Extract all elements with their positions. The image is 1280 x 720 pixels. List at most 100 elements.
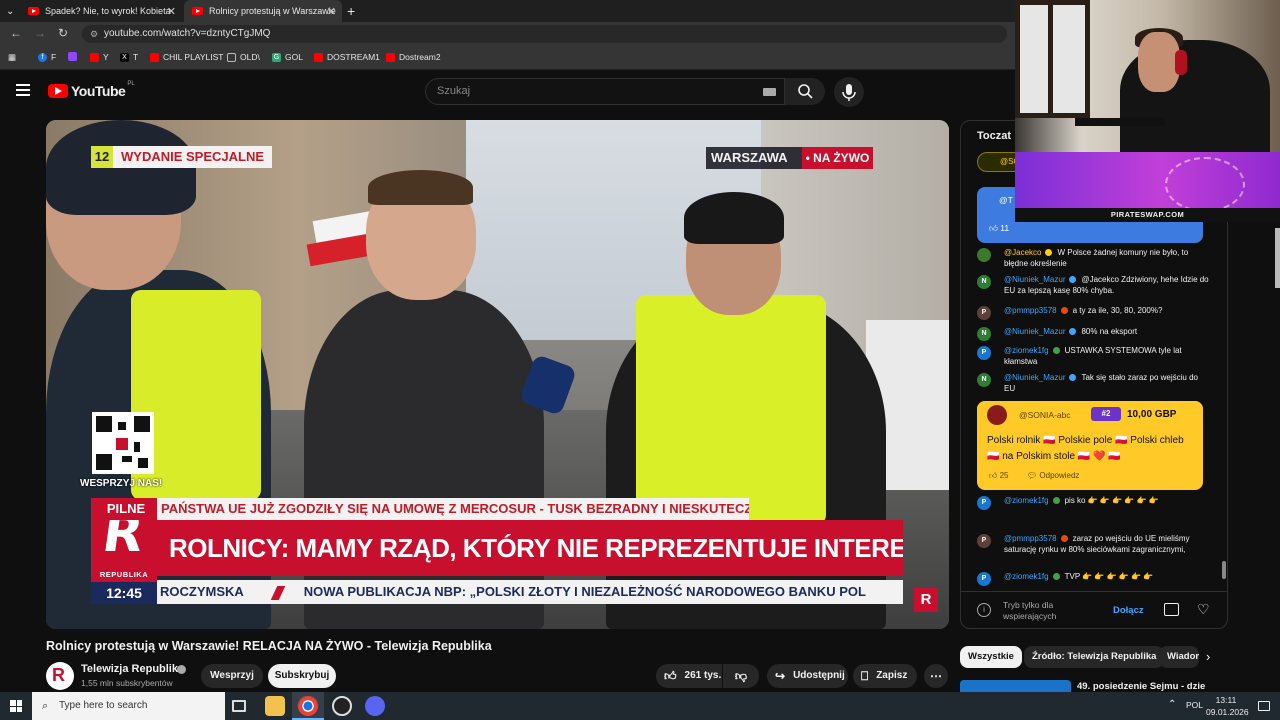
folder-icon xyxy=(227,52,236,62)
info-icon[interactable]: i xyxy=(977,603,991,617)
chat-message[interactable]: N @Niuniek_Mazur 80% na eksport xyxy=(977,326,1209,341)
recommended-video-thumbnail[interactable] xyxy=(960,680,1071,692)
chat-avatar: P xyxy=(977,572,991,586)
youtube-icon xyxy=(314,52,323,62)
super-chat-reply-button[interactable]: 💬︎ Odpowiedz xyxy=(1027,471,1079,480)
chat-message[interactable]: P @ziomek1fg USTAWKA SYSTEMOWA tyle lat k… xyxy=(977,345,1209,367)
chevron-right-icon[interactable]: › xyxy=(1206,649,1210,664)
forward-arrow-icon[interactable]: → xyxy=(34,26,46,40)
chat-message[interactable]: P @ziomek1fg pis ko 👉 👉 👉 👉 👉 👉 xyxy=(977,495,1209,510)
url-field[interactable]: ⚙ youtube.com/watch?v=dzntyCTgJMQ xyxy=(82,25,1007,43)
discord-icon[interactable] xyxy=(365,696,385,716)
bookmark-t[interactable]: XT xyxy=(120,52,138,62)
bookmark-dostream1[interactable]: DOSTREAM1 xyxy=(314,52,380,62)
bookmark-f[interactable]: fF xyxy=(38,52,56,62)
keyboard-icon[interactable] xyxy=(763,88,776,96)
chat-header-title[interactable]: Toczat xyxy=(977,130,1011,142)
task-view-icon[interactable] xyxy=(232,700,246,712)
super-chat-avatar xyxy=(987,405,1007,425)
bookmark-chil-playlist[interactable]: CHIL PLAYLIST xyxy=(150,52,223,62)
member-badge-icon xyxy=(1069,374,1077,382)
chat-message[interactable]: N @Niuniek_Mazur @Jacekco Zdziwiony, hehe… xyxy=(977,274,1209,296)
channel-avatar[interactable]: R xyxy=(46,662,74,690)
apps-grid-icon[interactable]: ▦ xyxy=(8,52,16,63)
chat-footer: i Tryb tylko dla wspierających Dołącz ♡ xyxy=(961,591,1227,628)
windows-start-icon[interactable] xyxy=(10,700,22,712)
video-scene-farmer xyxy=(684,192,784,244)
bookmark-old[interactable]: OLD\ xyxy=(227,52,260,62)
thumbs-down-icon: 👎︎ xyxy=(734,669,748,683)
back-arrow-icon[interactable]: ← xyxy=(10,26,22,40)
super-chat-like-button[interactable]: 👍︎ 25 xyxy=(989,471,1009,481)
donation-qr-code xyxy=(92,412,154,474)
browser-tab-1[interactable]: Spadek? Nie, to wyrok! Kobieta ✕ xyxy=(28,0,182,22)
save-button[interactable]: ⎕ Zapisz xyxy=(853,664,917,688)
chat-message[interactable]: P @pmmpp3578 zaraz po wejściu do UE mieli… xyxy=(977,533,1209,555)
search-input[interactable]: Szukaj xyxy=(425,78,785,105)
close-tab-icon[interactable]: ✕ xyxy=(167,5,176,18)
more-actions-button[interactable]: ⋯ xyxy=(924,664,948,688)
like-button[interactable]: 👍︎ 261 tys. xyxy=(656,664,722,688)
tray-chevron-up-icon[interactable]: ⌃ xyxy=(1168,699,1176,710)
chat-avatar: N xyxy=(977,327,991,341)
chat-avatar: N xyxy=(977,275,991,289)
heart-icon[interactable]: ♡ xyxy=(1197,601,1210,618)
chat-message[interactable]: @Jacekco W Polsce żadnej komuny nie było,… xyxy=(977,247,1209,269)
close-tab-icon[interactable]: ✕ xyxy=(327,5,336,18)
member-badge-icon xyxy=(1052,497,1060,505)
chat-message[interactable]: P @ziomek1fg TVP 👉 👉 👉 👉 👉 👉 xyxy=(977,571,1209,586)
gift-icon[interactable] xyxy=(1164,603,1179,616)
broadcast-subheadline: PAŃSTWA UE JUŻ ZGODZIŁY SIĘ NA UMOWĘ Z M… xyxy=(157,498,749,520)
taskbar-search-input[interactable]: ⌕ Type here to search xyxy=(32,692,225,720)
share-button[interactable]: ↪ Udostępnij xyxy=(767,664,848,688)
chrome-icon[interactable] xyxy=(298,696,318,716)
recommended-video-title[interactable]: 49. posiedzenie Sejmu - dzień xyxy=(1077,681,1205,692)
super-chat-card[interactable]: @SONIA-abc #2 10,00 GBP Polski rolnik 🇵🇱… xyxy=(977,401,1203,490)
new-tab-button[interactable]: + xyxy=(347,0,363,22)
video-player[interactable]: 12 WYDANIE SPECJALNE WARSZAWA • NA ŻYWO … xyxy=(46,120,949,629)
bookmark-dostream2[interactable]: Dostream2 xyxy=(386,52,441,62)
subscribe-button[interactable]: Subskrybuj xyxy=(268,664,336,688)
webcam-microphone-arm xyxy=(1075,118,1165,126)
file-explorer-icon[interactable] xyxy=(265,696,285,716)
news-ticker: ROCZYMSKA NOWA PUBLIKACJA NBP: „POLSKI ZŁ… xyxy=(157,580,903,604)
chat-avatar: P xyxy=(977,534,991,548)
browser-tab-2-active[interactable]: Rolnicy protestują w Warszawie ✕ xyxy=(184,0,342,22)
channel-name[interactable]: Telewizja Republika xyxy=(81,663,184,675)
chip-all[interactable]: Wszystkie xyxy=(960,646,1022,668)
bookmark-twitch[interactable] xyxy=(68,52,81,61)
webcam-window-background xyxy=(1015,0,1090,118)
join-button[interactable]: Dołącz xyxy=(1113,605,1144,616)
taskbar-clock[interactable]: 13:11 09.01.2026 xyxy=(1206,694,1249,718)
notification-icon[interactable] xyxy=(1258,701,1270,711)
more-dots-icon: ⋯ xyxy=(930,669,942,683)
support-button[interactable]: Wesprzyj xyxy=(201,664,263,688)
reload-icon[interactable]: ↻ xyxy=(58,26,68,40)
browser-tab-bar: ⌄ Spadek? Nie, to wyrok! Kobieta ✕ Rolni… xyxy=(0,0,1015,22)
chat-message[interactable]: N @Niuniek_Mazur Tak się stało zaraz po w… xyxy=(977,372,1209,394)
chip-source[interactable]: Źródło: Telewizja Republika xyxy=(1024,646,1165,668)
tab-search-menu-button[interactable]: ⌄ xyxy=(6,0,20,22)
chat-avatar: P xyxy=(977,346,991,360)
chip-news[interactable]: Wiadomości xyxy=(1159,646,1199,668)
language-indicator[interactable]: POL xyxy=(1186,700,1203,710)
search-button[interactable] xyxy=(785,78,825,105)
ticker-separator-icon xyxy=(270,585,286,600)
webcam-streamer xyxy=(1138,32,1180,92)
youtube-logo[interactable]: YouTube PL xyxy=(48,81,135,99)
youtube-icon xyxy=(150,52,159,62)
obs-icon[interactable] xyxy=(332,696,352,716)
page-scrollbar[interactable] xyxy=(1275,228,1280,288)
voice-search-button[interactable] xyxy=(834,77,864,107)
sponsor-text: PIRATESWAP.COM xyxy=(1110,210,1185,219)
menu-hamburger-icon[interactable] xyxy=(16,84,30,96)
chat-message[interactable]: P @pmmpp3578 a ty za ile, 30, 80, 200%? xyxy=(977,305,1209,320)
dislike-button[interactable]: 👎︎ xyxy=(723,664,759,688)
bookmark-y[interactable]: Y xyxy=(90,52,109,62)
chat-scrollbar[interactable] xyxy=(1222,561,1226,579)
search-icon xyxy=(798,84,813,99)
bookmark-gol[interactable]: G GOL xyxy=(272,52,303,62)
video-scene-reporter xyxy=(304,290,544,629)
site-info-icon[interactable]: ⚙ xyxy=(90,25,98,43)
webcam-headset xyxy=(1175,50,1187,75)
